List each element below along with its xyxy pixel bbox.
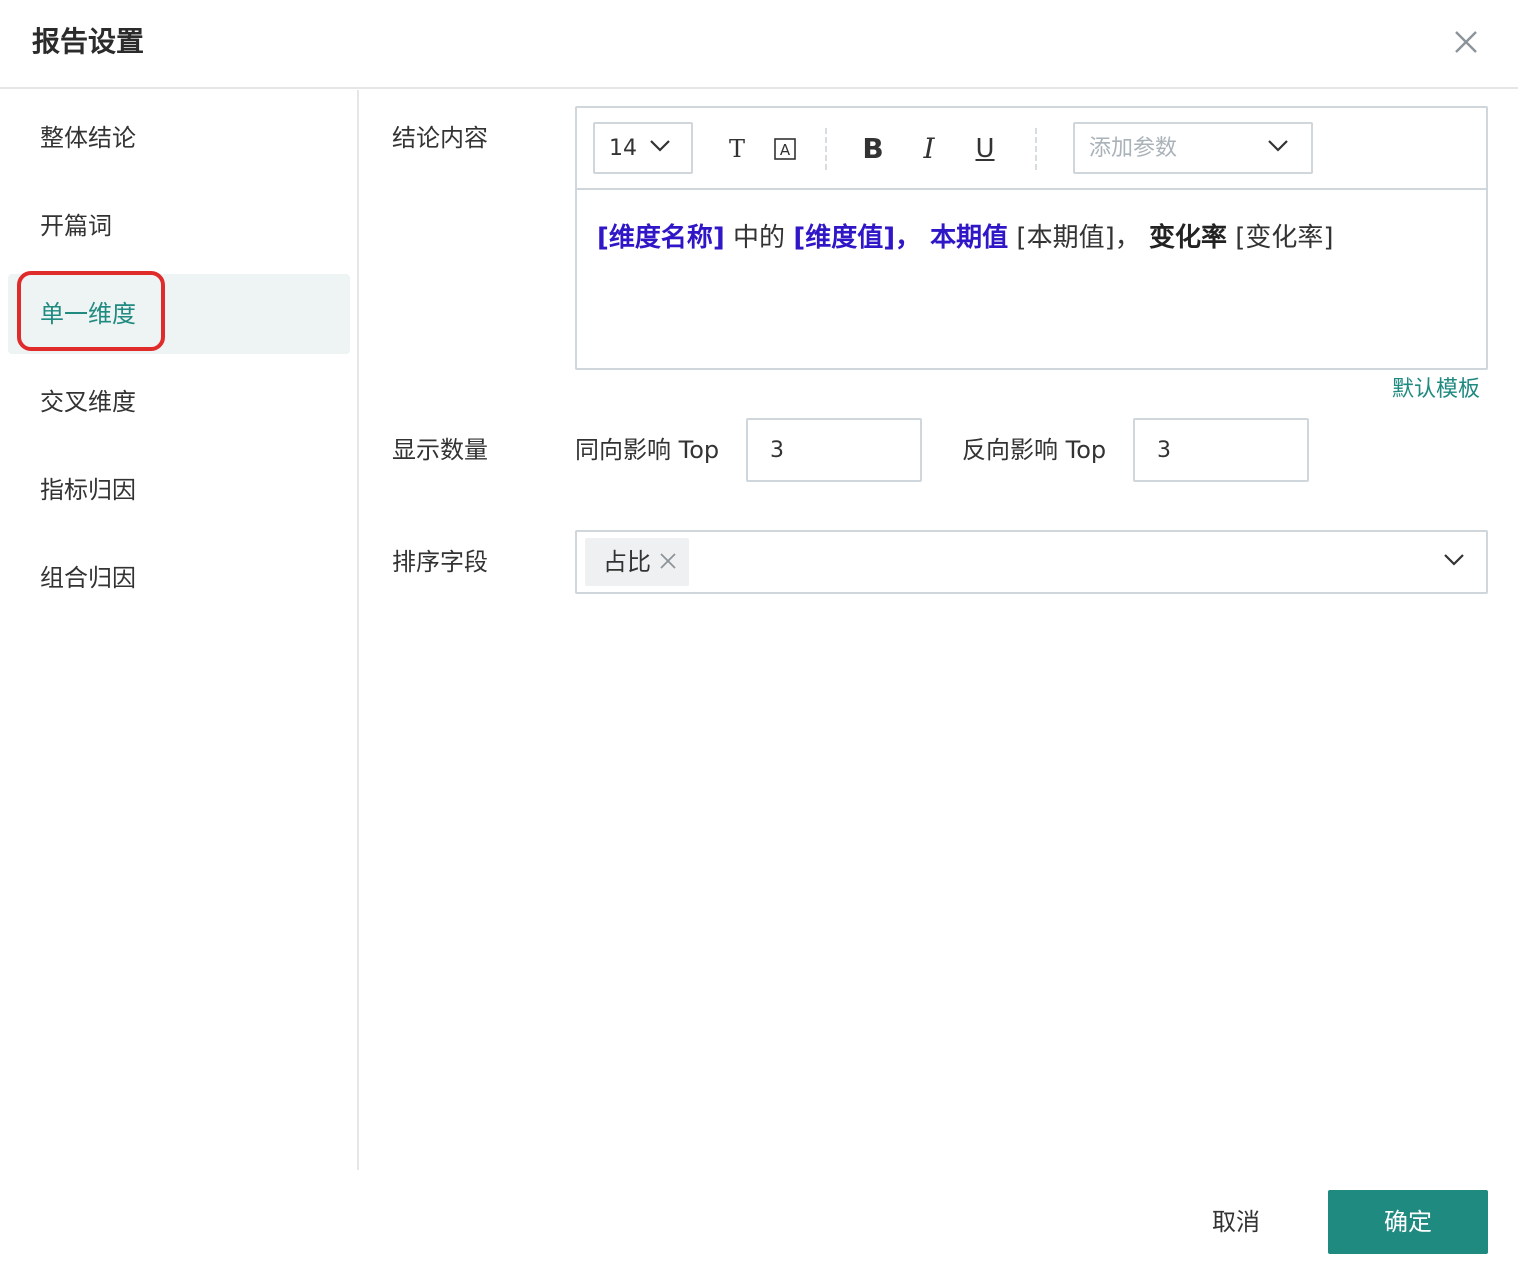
text-color-button[interactable]: T	[721, 132, 753, 166]
negative-top-input[interactable]	[1133, 418, 1309, 482]
rich-text-editor: 14 T A B I U 添加参数 [维度名称] 中的 [维度值]， 本期值 […	[575, 106, 1488, 370]
toolbar-divider	[825, 128, 827, 170]
toolbar-divider	[1035, 128, 1037, 170]
tag-remove-icon[interactable]	[659, 552, 677, 574]
sidebar-item-combined-attribution[interactable]: 组合归因	[8, 538, 350, 618]
selected-tag-label: 占比	[603, 548, 651, 576]
confirm-button[interactable]: 确定	[1328, 1190, 1488, 1254]
chevron-down-icon	[1267, 138, 1289, 157]
sidebar-item-label: 整体结论	[40, 124, 136, 152]
add-parameter-select[interactable]: 添加参数	[1073, 122, 1313, 174]
sidebar-item-label: 单一维度	[40, 300, 136, 328]
sort-field-label: 排序字段	[392, 548, 488, 576]
dialog-title: 报告设置	[32, 25, 145, 58]
sort-field-select[interactable]: 占比	[575, 530, 1488, 594]
positive-impact-label: 同向影响 Top	[575, 436, 720, 464]
sidebar-item-single-dimension[interactable]: 单一维度	[8, 274, 350, 354]
background-color-icon: A	[780, 141, 791, 159]
content-text: 中的	[724, 223, 794, 253]
bold-button[interactable]: B	[857, 132, 889, 166]
cancel-button[interactable]: 取消	[1196, 1190, 1276, 1254]
content-text: [本期值]，	[1008, 223, 1149, 253]
param-dimension-value: [维度值]，	[793, 223, 922, 253]
sidebar-item-label: 指标归因	[40, 476, 136, 504]
chevron-down-icon	[649, 138, 671, 157]
sidebar-item-overall-conclusion[interactable]: 整体结论	[8, 98, 350, 178]
positive-top-input[interactable]	[746, 418, 922, 482]
conclusion-label: 结论内容	[392, 124, 488, 152]
sidebar-item-label: 开篇词	[40, 212, 112, 240]
sidebar-item-label: 组合归因	[40, 564, 136, 592]
italic-button[interactable]: I	[913, 132, 945, 166]
close-icon[interactable]	[1448, 24, 1484, 60]
underline-button[interactable]: U	[969, 132, 1001, 166]
chevron-down-icon	[1443, 552, 1465, 571]
negative-impact-label: 反向影响 Top	[962, 436, 1107, 464]
font-size-select[interactable]: 14	[593, 122, 693, 174]
sidebar-item-opening-words[interactable]: 开篇词	[8, 186, 350, 266]
selected-tag: 占比	[585, 538, 689, 586]
sidebar-item-metric-attribution[interactable]: 指标归因	[8, 450, 350, 530]
param-dimension-name: [维度名称]	[597, 223, 725, 253]
editor-toolbar: 14 T A B I U 添加参数	[577, 108, 1486, 190]
add-parameter-placeholder: 添加参数	[1089, 136, 1178, 161]
content-text: [变化率]	[1227, 223, 1334, 253]
bold-change-rate-label: 变化率	[1148, 223, 1227, 253]
sidebar-item-cross-dimension[interactable]: 交叉维度	[8, 362, 350, 442]
dialog-header: 报告设置	[0, 0, 1518, 89]
editor-content[interactable]: [维度名称] 中的 [维度值]， 本期值 [本期值]， 变化率 [变化率]	[597, 220, 1334, 256]
display-count-label: 显示数量	[392, 436, 488, 464]
sidebar-nav: 整体结论 开篇词 单一维度 交叉维度 指标归因 组合归因	[0, 90, 359, 1170]
font-size-value: 14	[609, 136, 637, 161]
sidebar-item-label: 交叉维度	[40, 388, 136, 416]
param-current-value-label: 本期值	[921, 223, 1009, 253]
background-color-button[interactable]: A	[769, 132, 801, 166]
default-template-link[interactable]: 默认模板	[1392, 374, 1480, 406]
